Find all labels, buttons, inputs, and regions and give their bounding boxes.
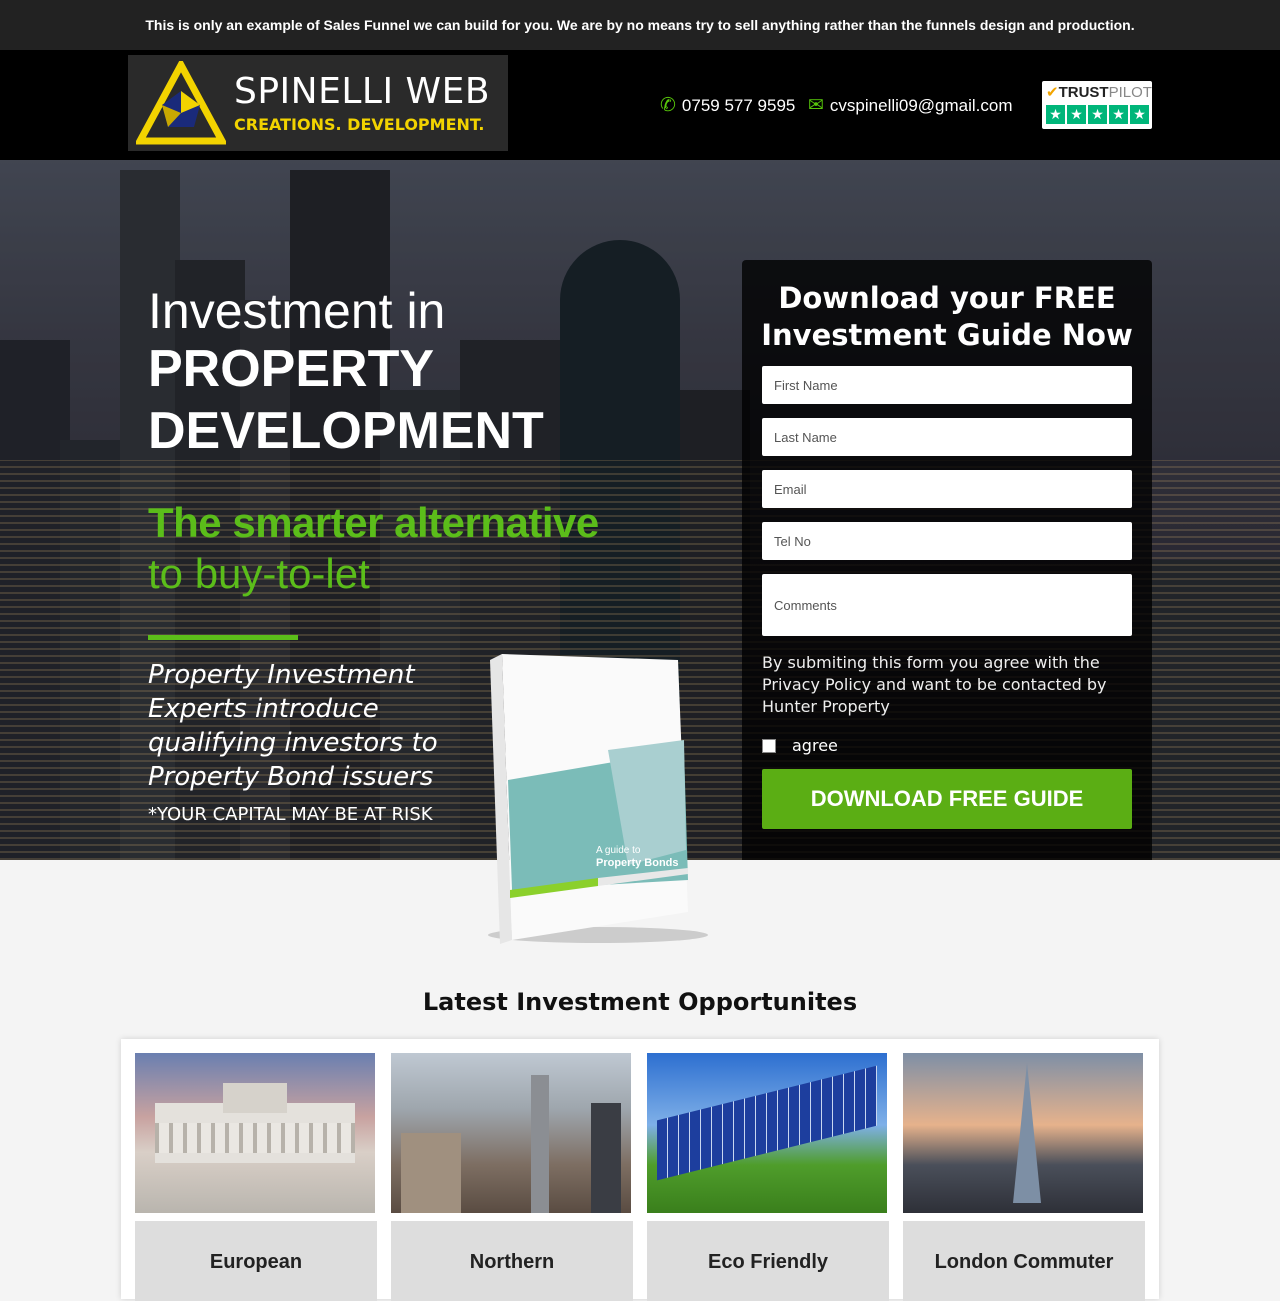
opportunities-title: Latest Investment Opportunites: [422, 988, 858, 1016]
solar-panels-photo: [647, 1053, 887, 1213]
disclaimer-bar: This is only an example of Sales Funnel …: [0, 0, 1280, 50]
disclaimer-text: This is only an example of Sales Funnel …: [145, 17, 1135, 33]
london-skyline-photo: [903, 1053, 1143, 1213]
star-icon: ★: [1046, 105, 1065, 124]
agree-row: agree: [762, 736, 838, 755]
form-title: Download your FREE Investment Guide Now: [761, 281, 1133, 352]
first-name-input[interactable]: First Name: [762, 366, 1132, 404]
guide-book-image: A guide to Property Bonds: [488, 650, 718, 945]
intro-text: Property Investment Experts introduce qu…: [148, 660, 438, 792]
star-icon: ★: [1109, 105, 1128, 124]
tel-input[interactable]: Tel No: [762, 522, 1132, 560]
phone-icon: ✆: [660, 95, 676, 116]
trustpilot-badge[interactable]: ✔TRUSTPILOT ★ ★ ★ ★ ★: [1042, 81, 1152, 129]
card-caption: Eco Friendly: [647, 1221, 889, 1301]
envelope-icon: ✉: [808, 95, 824, 116]
star-icon: ★: [1088, 105, 1107, 124]
agree-checkbox[interactable]: [762, 738, 776, 753]
book-title-line-1: A guide to: [596, 845, 641, 856]
trustpilot-brand-bold: TRUST: [1058, 84, 1109, 101]
headline-bold-line-2: DEVELOPMENT: [148, 402, 544, 460]
divider: [148, 635, 298, 640]
headline-light: Investment in: [148, 283, 446, 339]
trustpilot-stars: ★ ★ ★ ★ ★: [1046, 105, 1149, 124]
risk-warning: *YOUR CAPITAL MAY BE AT RISK: [148, 804, 433, 825]
phone-number: 0759 577 9595: [681, 95, 796, 115]
logo-title: SPINELLI WEB: [234, 70, 491, 112]
site-logo[interactable]: SPINELLI WEB CREATIONS. DEVELOPMENT.: [128, 55, 508, 151]
opportunity-card[interactable]: European: [135, 1053, 377, 1301]
agree-label: agree: [792, 736, 838, 755]
comments-textarea[interactable]: Comments: [762, 574, 1132, 636]
phone-contact[interactable]: ✆ 0759 577 9595: [660, 94, 795, 117]
opportunity-card[interactable]: Northern: [391, 1053, 633, 1301]
museum-photo: [135, 1053, 375, 1213]
opportunity-card[interactable]: Eco Friendly: [647, 1053, 889, 1301]
email-input[interactable]: Email: [762, 470, 1132, 508]
email-address: cvspinelli09@gmail.com: [829, 95, 1013, 115]
opportunity-card[interactable]: London Commuter: [903, 1053, 1145, 1301]
checkmark-icon: ✔: [1046, 84, 1059, 101]
logo-tagline: CREATIONS. DEVELOPMENT.: [234, 114, 485, 134]
headline-bold: PROPERTY DEVELOPMENT: [148, 338, 544, 462]
triangle-logo-icon: [136, 61, 226, 145]
site-header: SPINELLI WEB CREATIONS. DEVELOPMENT. ✆ 0…: [0, 50, 1280, 160]
card-caption: European: [135, 1221, 377, 1301]
email-contact[interactable]: ✉ cvspinelli09@gmail.com: [808, 94, 1013, 117]
lead-form: Download your FREE Investment Guide Now …: [742, 260, 1152, 860]
subheadline-light: to buy-to-let: [148, 550, 370, 597]
star-icon: ★: [1067, 105, 1086, 124]
book-title-line-2: Property Bonds: [596, 857, 679, 869]
city-photo: [391, 1053, 631, 1213]
trustpilot-brand-light: PILOT: [1108, 84, 1152, 101]
card-caption: London Commuter: [903, 1221, 1145, 1301]
star-icon: ★: [1130, 105, 1149, 124]
consent-text: By submiting this form you agree with th…: [762, 653, 1107, 716]
download-guide-button[interactable]: DOWNLOAD FREE GUIDE: [762, 769, 1132, 829]
card-caption: Northern: [391, 1221, 633, 1301]
last-name-input[interactable]: Last Name: [762, 418, 1132, 456]
headline-bold-line-1: PROPERTY: [148, 340, 435, 398]
opportunities-grid: European Northern Eco Friendly London Co…: [121, 1039, 1159, 1301]
subheadline-bold: The smarter alternative: [148, 499, 599, 546]
